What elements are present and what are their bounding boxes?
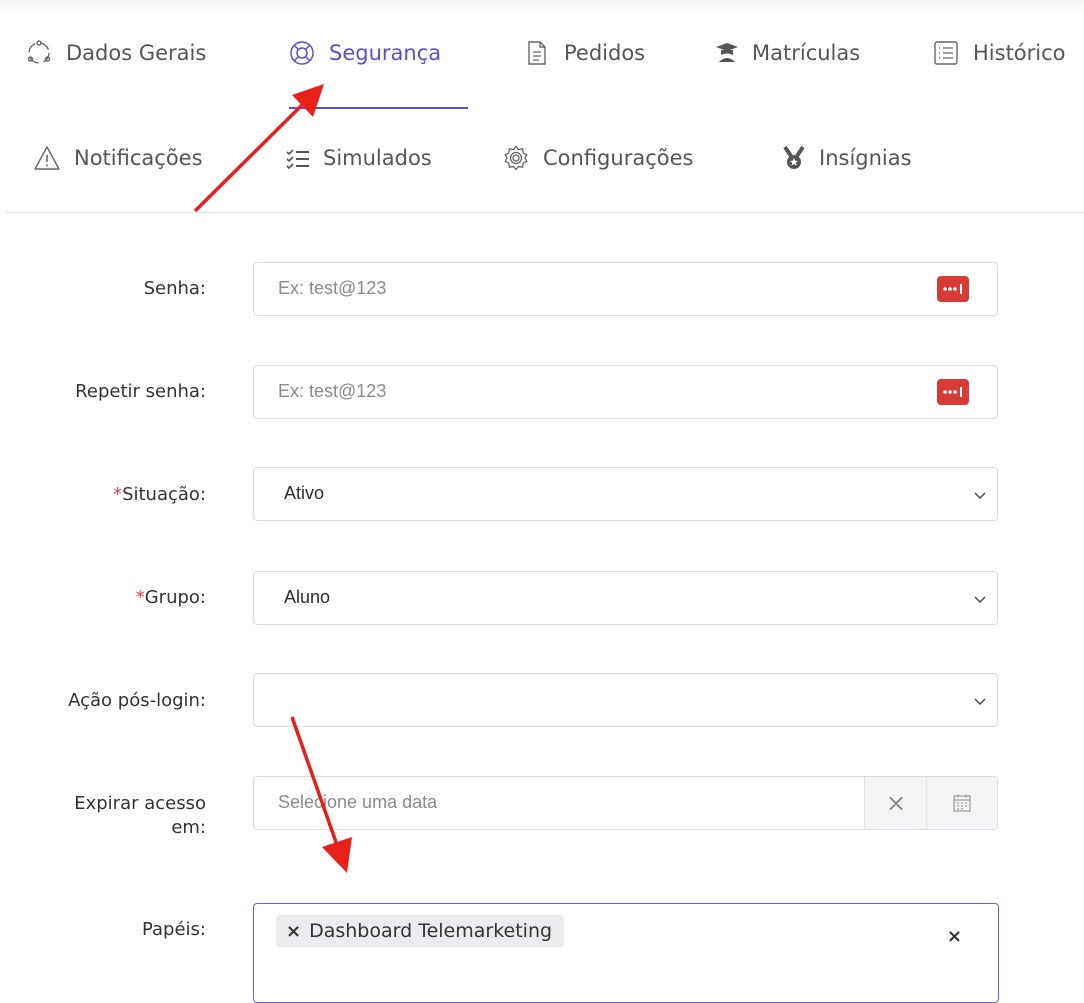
situacao-select[interactable]: Ativo [253, 467, 998, 521]
tab-label: Insígnias [819, 146, 912, 170]
grupo-label: *Grupo: [135, 587, 206, 608]
chevron-down-icon [974, 492, 986, 499]
senha-label: Senha: [143, 278, 206, 299]
required-marker: * [113, 484, 123, 505]
papeis-label: Papéis: [141, 919, 206, 940]
calendar-icon [953, 794, 971, 812]
tab-label: Pedidos [564, 41, 646, 65]
tab-label: Histórico [973, 41, 1066, 65]
tab-dados-gerais[interactable]: Dados Gerais [26, 40, 206, 66]
senha-input[interactable]: Ex: test@123 [253, 262, 998, 316]
calendar-button[interactable] [926, 777, 997, 829]
password-manager-icon[interactable] [937, 276, 969, 302]
repetir-senha-input[interactable]: Ex: test@123 [253, 365, 998, 419]
close-icon: × [885, 789, 907, 817]
acao-pos-login-label: Ação pós-login: [68, 690, 206, 711]
top-shadow [0, 0, 1084, 14]
acao-pos-login-select[interactable] [253, 673, 998, 727]
grupo-value: Aluno [284, 587, 331, 607]
tab-label: Segurança [329, 41, 442, 65]
tab-configuracoes[interactable]: Configurações [503, 145, 693, 171]
expirar-acesso-placeholder: Selecione uma data [278, 792, 438, 812]
tab-simulados[interactable]: Simulados [285, 145, 432, 171]
tab-label: Simulados [323, 146, 432, 170]
tab-notificacoes[interactable]: Notificações [34, 145, 203, 171]
situacao-label: *Situação: [113, 484, 206, 505]
selected-chip: × Dashboard Telemarketing [276, 915, 565, 947]
gear-icon [503, 145, 529, 171]
lifebuoy-icon [289, 40, 315, 66]
warning-icon [34, 145, 60, 171]
required-marker: * [135, 587, 145, 608]
circle-dots-icon [26, 40, 52, 66]
tab-insignias[interactable]: Insígnias [781, 145, 912, 171]
active-tab-underline [289, 107, 468, 109]
tab-label: Dados Gerais [66, 41, 207, 65]
clear-all-icon[interactable]: × [947, 926, 962, 947]
expirar-acesso-label: Expirar acesso em: [74, 793, 206, 838]
clear-date-button[interactable]: × [864, 777, 927, 829]
repetir-senha-placeholder: Ex: test@123 [278, 381, 387, 401]
tab-pedidos[interactable]: Pedidos [524, 40, 645, 66]
graduation-cap-icon [714, 40, 740, 66]
tab-matriculas[interactable]: Matrículas [714, 40, 860, 66]
chip-remove-icon[interactable]: × [286, 921, 301, 942]
grupo-select[interactable]: Aluno [253, 571, 998, 625]
checklist-icon [285, 145, 311, 171]
document-icon [524, 40, 550, 66]
chip-label: Dashboard Telemarketing [309, 920, 553, 942]
password-manager-icon[interactable] [937, 379, 969, 405]
tab-label: Configurações [543, 146, 694, 170]
medal-icon [781, 145, 807, 171]
chevron-down-icon [974, 698, 986, 705]
tabs-divider [6, 212, 1084, 213]
tab-seguranca[interactable]: Segurança [289, 40, 441, 66]
situacao-value: Ativo [284, 483, 325, 503]
list-icon [933, 40, 959, 66]
papeis-multiselect[interactable]: × Dashboard Telemarketing × [253, 903, 999, 1003]
repetir-senha-label: Repetir senha: [75, 381, 206, 402]
expirar-acesso-datepicker[interactable]: Selecione uma data × [253, 776, 998, 830]
tab-label: Notificações [74, 146, 203, 170]
tab-label: Matrículas [752, 41, 861, 65]
chevron-down-icon [974, 596, 986, 603]
tab-historico[interactable]: Histórico [933, 40, 1066, 66]
senha-placeholder: Ex: test@123 [278, 278, 387, 298]
